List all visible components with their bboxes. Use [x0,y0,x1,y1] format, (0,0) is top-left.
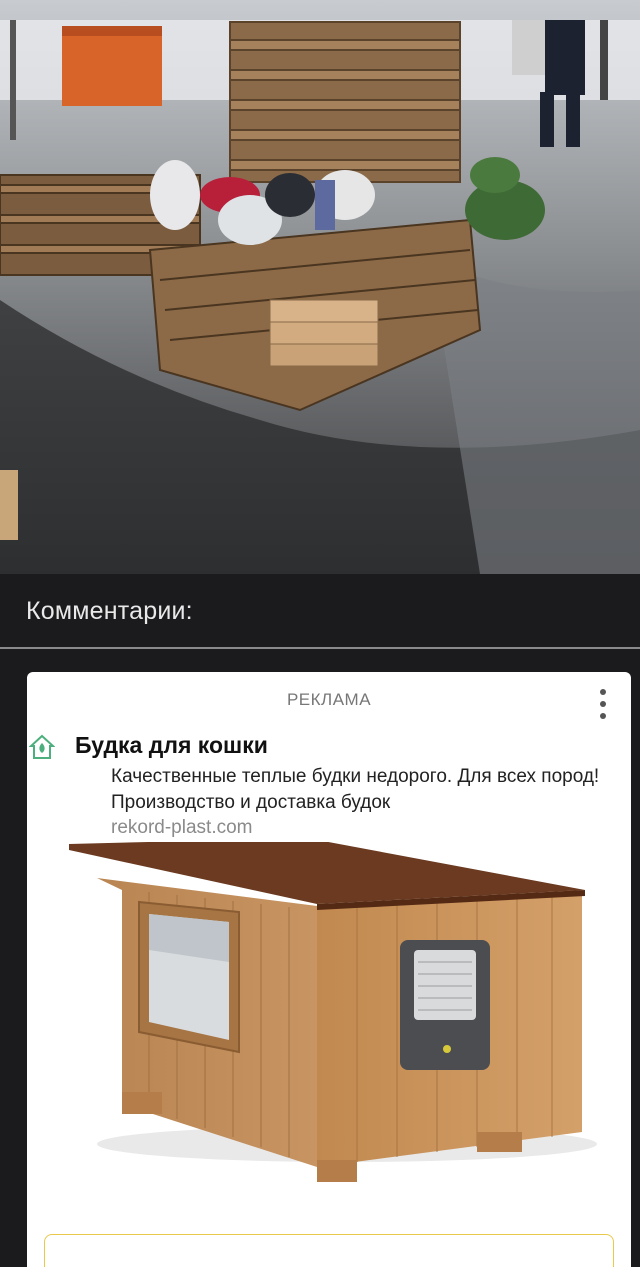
house-logo-icon [29,734,55,759]
ad-label: РЕКЛАМА [286,690,372,709]
ad-header[interactable]: Будка для кошки [29,732,268,759]
post-photo[interactable] [0,0,640,574]
ad-card[interactable]: РЕКЛАМА Будка для кошки Качественные теп… [27,672,631,1267]
ad-title[interactable]: Будка для кошки [75,732,268,759]
pallets-photo-image [0,0,640,574]
comments-heading: Комментарии: [26,597,193,625]
ad-description: Качественные теплые будки недорого. Для … [111,766,600,813]
more-vertical-icon[interactable] [593,686,613,722]
ad-cta-frame[interactable] [44,1234,614,1267]
cat-house-image[interactable] [27,842,631,1252]
section-divider [0,647,640,649]
ad-domain[interactable]: rekord-plast.com [111,817,253,839]
